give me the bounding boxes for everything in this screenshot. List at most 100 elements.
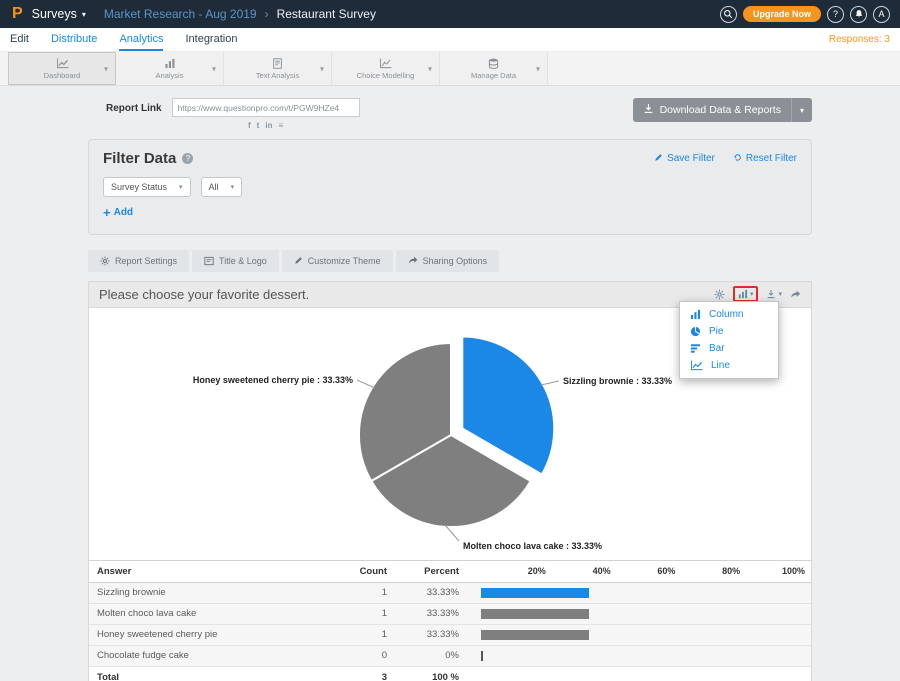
toolbar-tab-dashboard[interactable]: Dashboard▾ <box>8 52 116 85</box>
chart-share-button[interactable] <box>790 290 801 299</box>
total-row: Total 3 100 % <box>89 666 811 681</box>
pie-label-honey: Honey sweetened cherry pie : 33.33% <box>193 375 353 385</box>
chart-settings-button[interactable] <box>714 289 725 300</box>
surveys-menu[interactable]: Surveys ▾ <box>32 7 86 21</box>
toolbar-tab-choice-modelling[interactable]: Choice Modelling ▾ <box>332 52 440 85</box>
nav-item-analytics[interactable]: Analytics <box>119 28 163 51</box>
notifications-button[interactable] <box>850 6 867 23</box>
questionpro-logo[interactable]: P <box>12 5 23 23</box>
toolbar-tab-label: Choice Modelling <box>357 71 415 80</box>
pie-label-sizzling: Sizzling brownie : 33.33% <box>563 376 672 386</box>
embed-icon[interactable]: ≡ <box>278 121 283 130</box>
save-filter-link[interactable]: Save Filter <box>654 153 715 165</box>
chevron-down-icon: ▾ <box>778 290 782 298</box>
add-filter-label: Add <box>114 207 133 218</box>
report-link-row: Report Link ftin ≡ Download Data & Report… <box>88 98 812 130</box>
count-cell: 1 <box>321 603 399 624</box>
analytics-toolbar: Dashboard▾Analysis▾Text Analysis▾Choice … <box>0 52 900 86</box>
chart-type-option-label: Bar <box>709 343 725 354</box>
report-link-input[interactable] <box>172 98 360 117</box>
chart-type-option-label: Column <box>709 309 743 320</box>
share-arrow-icon <box>408 256 418 265</box>
chevron-down-icon: ▾ <box>231 183 235 191</box>
chart-type-option-pie[interactable]: Pie <box>680 323 778 340</box>
toolbar-tab-label: Manage Data <box>471 71 516 80</box>
result-bar <box>481 651 483 661</box>
surveys-menu-label: Surveys <box>32 7 77 21</box>
column-chart-icon <box>690 309 701 320</box>
count-cell: 1 <box>321 582 399 603</box>
percent-cell: 33.33% <box>399 582 467 603</box>
tab-customize-theme[interactable]: Customize Theme <box>282 250 393 272</box>
chart-type-option-line[interactable]: Line <box>680 357 778 374</box>
download-icon <box>766 289 776 299</box>
chart-type-option-column[interactable]: Column <box>680 306 778 323</box>
help-button[interactable]: ? <box>827 6 844 23</box>
percent-cell: 33.33% <box>399 624 467 645</box>
status-value-select[interactable]: All ▾ <box>201 177 243 197</box>
pie-label-molten: Molten choco lava cake : 33.33% <box>463 541 602 551</box>
chart-type-option-bar[interactable]: Bar <box>680 340 778 357</box>
breadcrumb-parent[interactable]: Market Research - Aug 2019 <box>104 7 257 21</box>
save-filter-label: Save Filter <box>667 153 715 164</box>
nav-items: Edit Distribute Analytics Integration <box>10 28 237 51</box>
responses-count[interactable]: Responses: 3 <box>829 28 890 51</box>
status-value: All <box>209 182 219 192</box>
pie-chart-icon <box>690 326 701 337</box>
tab-sharing-options[interactable]: Sharing Options <box>396 250 500 272</box>
report-link-label: Report Link <box>106 103 162 114</box>
download-data-button[interactable]: Download Data & Reports <box>633 98 791 122</box>
download-options-caret[interactable]: ▾ <box>791 98 812 122</box>
chart-type-menu: Column Pie Bar Line <box>679 301 779 379</box>
avatar[interactable]: A <box>873 6 890 23</box>
toolbar-tab-manage-data[interactable]: Manage Data ▾ <box>440 52 548 85</box>
chart-download-button[interactable]: ▾ <box>766 289 782 299</box>
search-icon <box>723 9 733 19</box>
answer-cell: Molten choco lava cake <box>89 603 321 624</box>
table-header-row: Answer Count Percent 20%40%60%80%100% <box>89 560 811 582</box>
toolbar-tab-analysis[interactable]: Analysis ▾ <box>116 52 224 85</box>
bar-cell <box>467 624 811 645</box>
chevron-down-icon[interactable]: ▾ <box>536 64 540 73</box>
bar-area <box>481 625 805 645</box>
tab-report-settings[interactable]: Report Settings <box>88 250 189 272</box>
toolbar-tab-label: Analysis <box>156 71 184 80</box>
twitter-icon[interactable]: t <box>257 121 260 130</box>
nav-item-integration[interactable]: Integration <box>185 28 237 51</box>
bell-icon <box>854 9 864 19</box>
reset-filter-link[interactable]: Reset Filter <box>733 153 797 165</box>
gear-icon <box>714 289 725 300</box>
settings-tabs: Report SettingsTitle & LogoCustomize The… <box>88 250 812 272</box>
bar-area <box>481 583 805 603</box>
count-cell: 0 <box>321 645 399 666</box>
linkedin-icon[interactable]: in <box>265 121 272 130</box>
survey-status-select[interactable]: Survey Status ▾ <box>103 177 191 197</box>
toolbar-tab-label: Text Analysis <box>256 71 299 80</box>
add-filter-button[interactable]: + Add <box>103 207 133 218</box>
upgrade-now-button[interactable]: Upgrade Now <box>743 6 821 22</box>
tab-title-logo[interactable]: Title & Logo <box>192 250 279 272</box>
result-bar <box>481 609 589 619</box>
share-arrow-icon <box>790 290 801 299</box>
chevron-down-icon[interactable]: ▾ <box>428 64 432 73</box>
search-button[interactable] <box>720 6 737 23</box>
app-window: P Surveys ▾ Market Research - Aug 2019 ›… <box>0 0 900 681</box>
bar-cell <box>467 582 811 603</box>
leader-line <box>357 380 375 388</box>
chevron-down-icon[interactable]: ▾ <box>212 64 216 73</box>
toolbar-tab-text-analysis[interactable]: Text Analysis ▾ <box>224 52 332 85</box>
nav-item-distribute[interactable]: Distribute <box>51 28 97 51</box>
content-area: Report Link ftin ≡ Download Data & Report… <box>0 86 900 681</box>
chart-type-button[interactable]: ▾ <box>738 289 754 299</box>
chevron-down-icon[interactable]: ▾ <box>104 64 108 73</box>
chevron-down-icon[interactable]: ▾ <box>320 64 324 73</box>
chevron-down-icon: ▾ <box>179 183 183 191</box>
pencil-icon <box>294 256 303 265</box>
reset-icon <box>733 153 742 165</box>
facebook-icon[interactable]: f <box>248 121 251 130</box>
filter-help-icon[interactable]: ? <box>182 153 193 164</box>
nav-item-edit[interactable]: Edit <box>10 28 29 51</box>
results-table: Answer Count Percent 20%40%60%80%100% Si… <box>89 560 811 681</box>
chart-type-option-label: Line <box>711 360 730 371</box>
gear-icon <box>100 256 110 266</box>
